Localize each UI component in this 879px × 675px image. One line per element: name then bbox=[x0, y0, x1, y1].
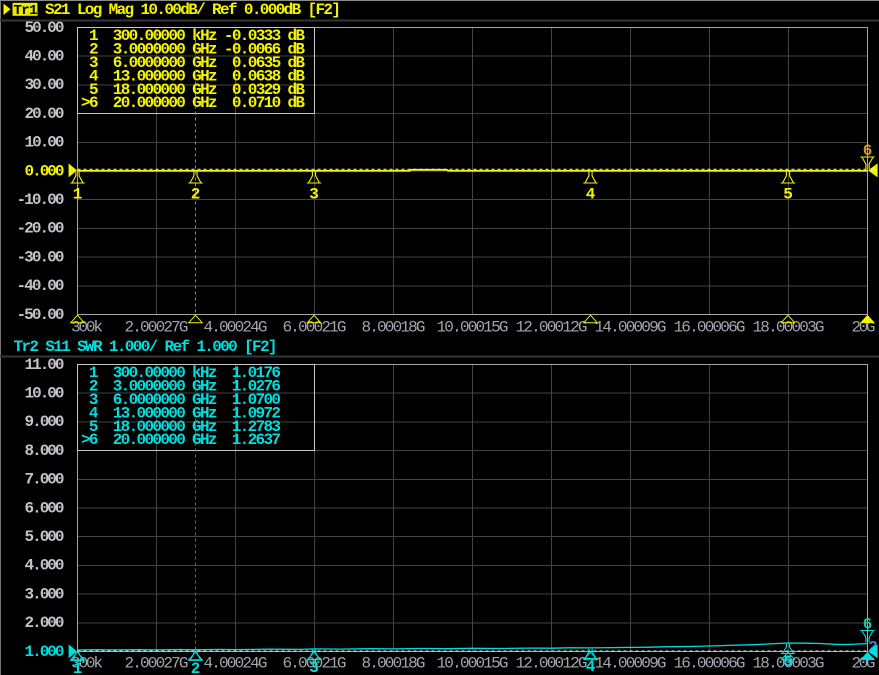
svg-text:18.00003G: 18.00003G bbox=[753, 319, 825, 337]
svg-text:6.00021G: 6.00021G bbox=[283, 319, 347, 337]
svg-text:4.00024G: 4.00024G bbox=[204, 319, 268, 337]
svg-text:16.00006G: 16.00006G bbox=[674, 655, 746, 673]
svg-text:>6 20.000000 GHz 1.2637: >6 20.000000 GHz 1.2637 bbox=[81, 431, 281, 449]
svg-text:50.00: 50.00 bbox=[25, 19, 65, 37]
svg-text:-30.00: -30.00 bbox=[17, 248, 65, 266]
svg-text:3: 3 bbox=[309, 659, 319, 675]
svg-text:4.00024G: 4.00024G bbox=[204, 655, 268, 673]
svg-text:40.00: 40.00 bbox=[25, 48, 65, 66]
svg-text:12.00012G: 12.00012G bbox=[516, 655, 588, 673]
svg-text:30.00: 30.00 bbox=[25, 76, 65, 94]
svg-text:5.000: 5.000 bbox=[25, 528, 65, 546]
svg-text:8.00018G: 8.00018G bbox=[362, 655, 426, 673]
svg-text:16.00006G: 16.00006G bbox=[674, 319, 746, 337]
svg-text:0.000: 0.000 bbox=[25, 162, 65, 180]
svg-text:5: 5 bbox=[783, 186, 793, 204]
svg-text:12.00012G: 12.00012G bbox=[516, 319, 588, 337]
svg-text:Tr2 S11 SWR 1.000/ Ref 1.000 [: Tr2 S11 SWR 1.000/ Ref 1.000 [F2] bbox=[14, 338, 278, 356]
svg-text:8.000: 8.000 bbox=[25, 442, 65, 460]
svg-text:14.00009G: 14.00009G bbox=[595, 319, 667, 337]
svg-text:10.00015G: 10.00015G bbox=[437, 319, 509, 337]
svg-text:4: 4 bbox=[586, 186, 596, 204]
svg-text:10.00: 10.00 bbox=[25, 385, 65, 403]
svg-text:-40.00: -40.00 bbox=[17, 277, 65, 295]
svg-text:20.00: 20.00 bbox=[25, 105, 65, 123]
svg-text:8.00018G: 8.00018G bbox=[362, 319, 426, 337]
svg-text:4.000: 4.000 bbox=[25, 557, 65, 575]
svg-text:S21 Log Mag 10.00dB/ Ref 0.000: S21 Log Mag 10.00dB/ Ref 0.000dB [F2] bbox=[45, 1, 341, 19]
svg-text:-50.00: -50.00 bbox=[17, 306, 65, 324]
svg-text:10.00: 10.00 bbox=[25, 134, 65, 152]
svg-text:1: 1 bbox=[73, 186, 83, 204]
svg-text:>6 20.000000 GHz 0.0710 dB: >6 20.000000 GHz 0.0710 dB bbox=[81, 94, 305, 112]
svg-text:10.00015G: 10.00015G bbox=[437, 655, 509, 673]
svg-text:14.00009G: 14.00009G bbox=[595, 655, 667, 673]
svg-text:9.000: 9.000 bbox=[25, 413, 65, 431]
svg-text:4: 4 bbox=[586, 658, 596, 675]
svg-text:3.000: 3.000 bbox=[25, 585, 65, 603]
svg-text:1: 1 bbox=[73, 660, 83, 675]
svg-text:7.000: 7.000 bbox=[25, 471, 65, 489]
svg-text:Tr1: Tr1 bbox=[14, 3, 38, 19]
svg-text:11.00: 11.00 bbox=[25, 356, 65, 374]
svg-text:2: 2 bbox=[191, 660, 201, 675]
svg-text:-10.00: -10.00 bbox=[17, 191, 65, 209]
svg-text:-20.00: -20.00 bbox=[17, 220, 65, 238]
svg-text:2.00027G: 2.00027G bbox=[125, 319, 189, 337]
svg-text:3: 3 bbox=[309, 186, 319, 204]
svg-text:2.00027G: 2.00027G bbox=[125, 655, 189, 673]
svg-text:2.000: 2.000 bbox=[25, 614, 65, 632]
svg-text:6.000: 6.000 bbox=[25, 499, 65, 517]
svg-text:1.000: 1.000 bbox=[25, 643, 65, 661]
svg-text:300k: 300k bbox=[71, 319, 103, 337]
svg-text:2: 2 bbox=[191, 186, 201, 204]
